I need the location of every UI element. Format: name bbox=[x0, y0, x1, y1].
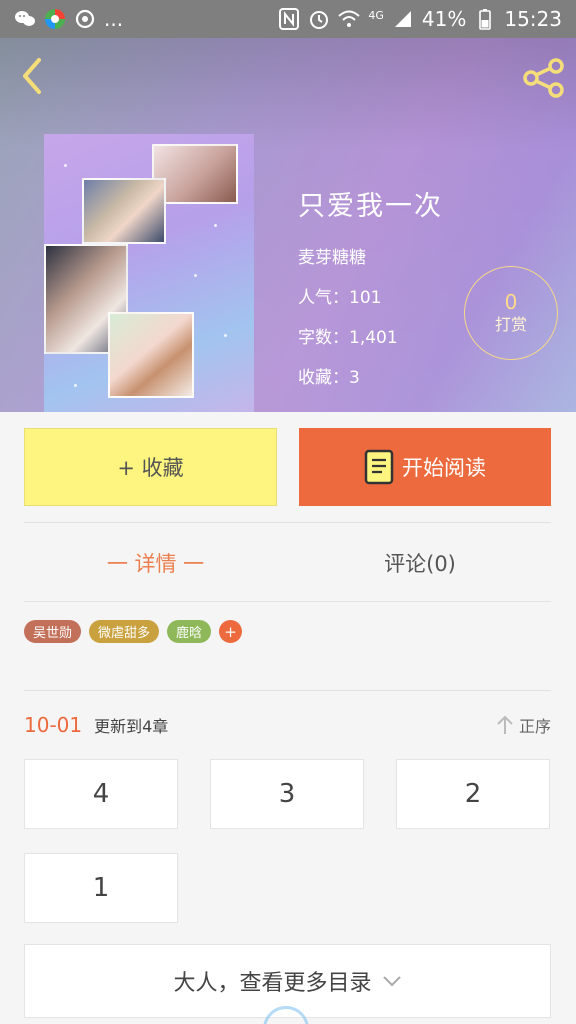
sparkle bbox=[214, 224, 217, 227]
sync-icon bbox=[74, 8, 96, 30]
sparkle bbox=[224, 334, 227, 337]
tip-button[interactable]: 0 打赏 bbox=[464, 266, 558, 360]
tip-label: 打赏 bbox=[494, 315, 527, 334]
divider bbox=[24, 522, 551, 523]
battery-icon bbox=[474, 8, 496, 30]
update-date: 10-01 bbox=[24, 713, 83, 737]
cover-photo bbox=[82, 178, 166, 244]
book-popularity: 人气：101 bbox=[298, 288, 382, 308]
tip-count: 0 bbox=[504, 290, 518, 314]
arrow-up-icon bbox=[497, 715, 513, 734]
tag-item[interactable]: 微虐甜多 bbox=[89, 620, 160, 643]
view-more-toc-label: 大人，查看更多目录 bbox=[173, 971, 372, 996]
book-word-count: 字数：1,401 bbox=[298, 328, 398, 348]
tab-comments[interactable]: 评论(0) bbox=[289, 530, 551, 596]
book-icon bbox=[364, 449, 394, 485]
chevron-left-icon bbox=[23, 58, 41, 94]
book-title: 只爱我一次 bbox=[298, 191, 443, 222]
signal-icon bbox=[392, 8, 414, 30]
more-notifications: ... bbox=[104, 7, 124, 31]
sort-order-button[interactable]: 正序 bbox=[495, 710, 551, 740]
cover-photo bbox=[108, 312, 194, 398]
book-info: 只爱我一次 麦芽糖糖 人气：101 字数：1,401 收藏：3 bbox=[298, 184, 443, 403]
update-info: 10-01 更新到4章 正序 bbox=[24, 710, 551, 740]
sparkle bbox=[64, 164, 67, 167]
tab-detail-label: 一 详情 一 bbox=[106, 552, 205, 576]
book-author[interactable]: 麦芽糖糖 bbox=[298, 243, 443, 268]
add-favorite-button[interactable]: + 收藏 bbox=[24, 428, 277, 506]
chapter-item[interactable]: 4 bbox=[24, 759, 178, 829]
tab-comments-label: 评论(0) bbox=[384, 552, 456, 576]
status-right: 4G 41% 15:23 bbox=[278, 7, 562, 31]
tag-list: 吴世勋 微虐甜多 鹿晗 + bbox=[24, 620, 243, 643]
status-left: ... bbox=[14, 7, 123, 31]
clock: 15:23 bbox=[504, 7, 562, 31]
sparkle bbox=[74, 384, 77, 387]
battery-percent: 41% bbox=[421, 7, 467, 31]
book-header: 只爱我一次 麦芽糖糖 人气：101 字数：1,401 收藏：3 0 打赏 bbox=[0, 38, 576, 412]
sort-order-label: 正序 bbox=[518, 717, 551, 736]
start-reading-label: 开始阅读 bbox=[402, 456, 486, 480]
back-button[interactable] bbox=[12, 56, 52, 96]
sparkle bbox=[194, 274, 197, 277]
chapter-item[interactable]: 3 bbox=[210, 759, 364, 829]
add-tag-button[interactable]: + bbox=[219, 620, 243, 643]
book-favorites: 收藏：3 bbox=[298, 368, 360, 388]
chevron-down-icon bbox=[382, 976, 401, 987]
update-text: 更新到4章 bbox=[94, 717, 169, 736]
tag-item[interactable]: 鹿晗 bbox=[167, 620, 212, 643]
wechat-icon bbox=[14, 8, 36, 30]
add-favorite-label: + 收藏 bbox=[117, 456, 184, 480]
divider bbox=[24, 601, 551, 602]
app-color-icon bbox=[44, 8, 66, 30]
nfc-icon bbox=[278, 8, 300, 30]
wifi-icon bbox=[338, 8, 361, 30]
share-icon bbox=[523, 58, 564, 98]
chapter-item[interactable]: 2 bbox=[396, 759, 550, 829]
tab-detail[interactable]: 一 详情 一 bbox=[24, 530, 287, 596]
book-cover[interactable] bbox=[44, 134, 254, 412]
status-bar: ... 4G 41% 15:23 bbox=[0, 0, 576, 38]
divider bbox=[24, 690, 551, 691]
chapter-item[interactable]: 1 bbox=[24, 853, 178, 923]
network-type: 4G bbox=[368, 8, 384, 22]
alarm-icon bbox=[308, 8, 330, 30]
share-button[interactable] bbox=[522, 56, 566, 100]
tag-item[interactable]: 吴世勋 bbox=[24, 620, 82, 643]
start-reading-button[interactable]: 开始阅读 bbox=[299, 428, 551, 506]
